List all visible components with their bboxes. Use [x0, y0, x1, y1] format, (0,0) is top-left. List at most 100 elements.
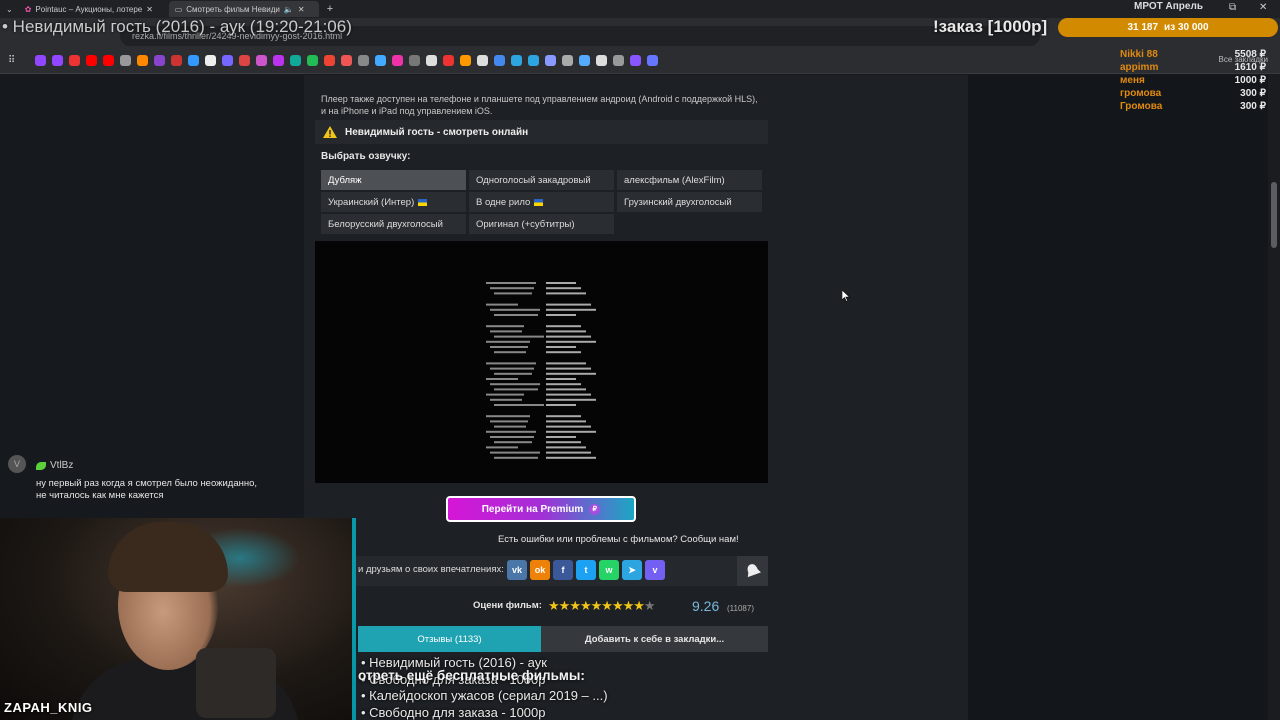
close-icon[interactable]: ✕: [298, 5, 305, 14]
webcam-edge: [352, 518, 356, 720]
gray2-bookmark-icon[interactable]: [409, 55, 421, 66]
voice-option[interactable]: Одноголосый закадровый: [469, 170, 614, 190]
telegram-share-icon[interactable]: ➤: [622, 560, 642, 580]
violet-bookmark-icon[interactable]: [222, 55, 234, 66]
voice-option[interactable]: Украинский (Интер): [321, 192, 466, 212]
rating-stars[interactable]: ★ ★ ★ ★ ★ ★ ★ ★ ★ ★: [548, 598, 656, 614]
pointauc-favicon-icon: ✿: [24, 4, 32, 14]
rating-star-icon[interactable]: ★: [580, 598, 592, 614]
rating-star-icon[interactable]: ★: [569, 598, 581, 614]
credit-line: [546, 282, 576, 284]
credit-line: [490, 383, 540, 386]
rating-star-icon[interactable]: ★: [548, 598, 560, 614]
red4-bookmark-icon[interactable]: [443, 55, 455, 66]
purple2-bookmark-icon[interactable]: [630, 55, 642, 66]
credit-line: [486, 362, 536, 365]
blue-bookmark-icon[interactable]: [188, 55, 200, 66]
blue3-bookmark-icon[interactable]: [494, 55, 506, 66]
rating-star-icon[interactable]: ★: [591, 598, 603, 614]
orange2-bookmark-icon[interactable]: [460, 55, 472, 66]
gray3-bookmark-icon[interactable]: [613, 55, 625, 66]
rating-star-icon[interactable]: ★: [559, 598, 571, 614]
screen: ⌄ ✿ Pointauc – Аукционы, лотере ✕ ▭ Смот…: [0, 0, 1280, 720]
rating-star-icon[interactable]: ★: [633, 598, 645, 614]
scrollbar[interactable]: [1268, 75, 1280, 720]
red3-bookmark-icon[interactable]: [341, 55, 353, 66]
blue4-bookmark-icon[interactable]: [579, 55, 591, 66]
voice-option[interactable]: Оригинал (+субтитры): [469, 214, 614, 234]
close-window-icon[interactable]: ✕: [1259, 2, 1267, 13]
voice-option[interactable]: алексфильм (AlexFilm): [617, 170, 762, 190]
telegram2-bookmark-icon[interactable]: [528, 55, 540, 66]
premium-button-label: Перейти на Premium: [481, 503, 584, 515]
facebook-share-icon[interactable]: f: [553, 560, 573, 580]
tab-pointauc[interactable]: ✿ Pointauc – Аукционы, лотере ✕: [19, 1, 169, 17]
twitch-m-bookmark-icon[interactable]: [52, 55, 64, 66]
credit-line: [486, 378, 518, 380]
rating-star-icon[interactable]: ★: [644, 598, 656, 614]
green-bookmark-icon[interactable]: [307, 55, 319, 66]
purple-bookmark-icon[interactable]: [154, 55, 166, 66]
cloud-bookmark-icon[interactable]: [545, 55, 557, 66]
white-bookmark-icon[interactable]: [205, 55, 217, 66]
whatsapp-share-icon[interactable]: w: [599, 560, 619, 580]
player-note: Плеер также доступен на телефоне и планш…: [321, 94, 758, 116]
wb-bookmark-icon[interactable]: [273, 55, 285, 66]
voice-option-label: Грузинский двухголосый: [624, 196, 732, 208]
youtube-bookmark-icon[interactable]: [86, 55, 98, 66]
rating-star-icon[interactable]: ★: [623, 598, 635, 614]
y-bookmark-icon[interactable]: [477, 55, 489, 66]
twitch-bookmark-icon[interactable]: [35, 55, 47, 66]
credit-line: [494, 456, 538, 459]
ukraine-flag-icon: [534, 198, 544, 206]
subscribe-bell[interactable]: [737, 556, 768, 586]
rating-count: (11087): [727, 604, 754, 613]
red2-bookmark-icon[interactable]: [239, 55, 251, 66]
globe-bookmark-icon[interactable]: [562, 55, 574, 66]
voice-option[interactable]: В одне рило: [469, 192, 614, 212]
app-bookmark-icon[interactable]: [120, 55, 132, 66]
speaker-icon[interactable]: 🔈: [284, 5, 294, 14]
mail-bookmark-icon[interactable]: [69, 55, 81, 66]
voice-option[interactable]: Дубляж: [321, 170, 466, 190]
red-bookmark-icon[interactable]: [171, 55, 183, 66]
credit-line: [490, 367, 534, 370]
orange-bookmark-icon[interactable]: [137, 55, 149, 66]
credit-line: [486, 446, 518, 449]
tab-list-chevron-icon[interactable]: ⌄: [0, 5, 19, 14]
rating-star-icon[interactable]: ★: [601, 598, 613, 614]
voice-option[interactable]: Грузинский двухголосый: [617, 192, 762, 212]
credit-line: [546, 441, 581, 444]
new-tab-icon[interactable]: +: [319, 3, 341, 15]
tab-pointauc-label: Pointauc – Аукционы, лотере: [35, 4, 143, 14]
twitter-share-icon[interactable]: t: [576, 560, 596, 580]
blue2-bookmark-icon[interactable]: [375, 55, 387, 66]
voice-option[interactable]: Белорусский двухголосый: [321, 214, 466, 234]
gray-bookmark-icon[interactable]: [358, 55, 370, 66]
scrollbar-thumb[interactable]: [1271, 182, 1277, 248]
report-problem-link[interactable]: Есть ошибки или проблемы с фильмом? Сооб…: [498, 534, 739, 545]
odnoklassniki-share-icon[interactable]: ok: [530, 560, 550, 580]
viber-share-icon[interactable]: v: [645, 560, 665, 580]
close-icon[interactable]: ✕: [146, 5, 153, 14]
magenta-bookmark-icon[interactable]: [392, 55, 404, 66]
tab-add-bookmark[interactable]: Добавить к себе в закладки...: [541, 626, 768, 652]
tab-rezka[interactable]: ▭ Смотреть фильм Невиди 🔈 ✕: [168, 1, 319, 17]
p-bookmark-icon[interactable]: [596, 55, 608, 66]
teal-bookmark-icon[interactable]: [290, 55, 302, 66]
tab-reviews[interactable]: Отзывы (1133): [358, 626, 541, 652]
blue5-bookmark-icon[interactable]: [647, 55, 659, 66]
telegram-bookmark-icon[interactable]: [511, 55, 523, 66]
credit-line: [546, 430, 596, 433]
pink-bookmark-icon[interactable]: [256, 55, 268, 66]
yandex-bookmark-icon[interactable]: [324, 55, 336, 66]
premium-button[interactable]: Перейти на Premium ₽: [446, 496, 636, 522]
apps-grid-icon[interactable]: ⠿: [8, 55, 15, 66]
rating-star-icon[interactable]: ★: [612, 598, 624, 614]
credit-line: [546, 292, 586, 295]
x-bookmark-icon[interactable]: [426, 55, 438, 66]
restore-window-icon[interactable]: ⧉: [1229, 2, 1236, 13]
vk-share-icon[interactable]: vk: [507, 560, 527, 580]
credit-line: [486, 282, 536, 284]
youtube2-bookmark-icon[interactable]: [103, 55, 115, 66]
